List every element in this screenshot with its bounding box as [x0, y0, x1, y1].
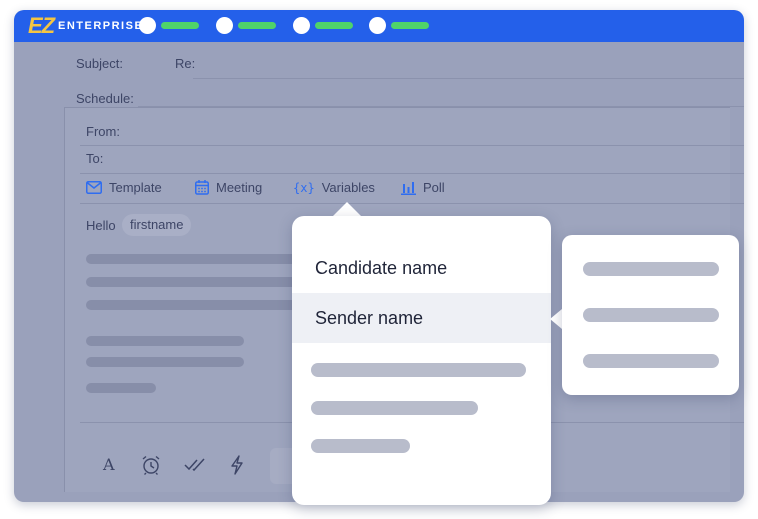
- subject-label: Subject:: [76, 56, 123, 71]
- subject-input-line[interactable]: [193, 78, 744, 79]
- to-label: To:: [86, 151, 104, 166]
- submenu-pointer: [550, 309, 562, 329]
- progress-bar-1: [161, 22, 199, 29]
- meeting-label: Meeting: [216, 180, 263, 195]
- calendar-icon: [195, 180, 209, 195]
- from-label: From:: [86, 124, 120, 139]
- variables-label: Variables: [321, 180, 375, 195]
- poll-label: Poll: [423, 180, 445, 195]
- template-label: Template: [109, 180, 162, 195]
- text-format-icon[interactable]: A: [103, 455, 115, 474]
- progress-bar-3: [315, 22, 353, 29]
- submenu-item-placeholder[interactable]: [583, 354, 719, 368]
- placeholder-line: [86, 277, 301, 287]
- variables-menu: Candidate name Sender name: [292, 216, 551, 505]
- menu-item-placeholder[interactable]: [311, 439, 410, 453]
- progress-step-2: [216, 17, 233, 34]
- menu-item-candidate-name[interactable]: Candidate name: [292, 243, 551, 293]
- submenu-item-placeholder[interactable]: [583, 262, 719, 276]
- menu-item-placeholder[interactable]: [311, 401, 478, 415]
- variables-button[interactable]: {x} Variables: [293, 180, 375, 195]
- template-button[interactable]: Template: [86, 180, 162, 195]
- schedule-label: Schedule:: [76, 91, 134, 106]
- progress-bar-2: [238, 22, 276, 29]
- placeholder-line: [86, 254, 301, 264]
- placeholder-line: [86, 336, 244, 346]
- from-input-line[interactable]: [80, 145, 744, 146]
- poll-button[interactable]: Poll: [401, 180, 445, 195]
- variables-submenu: [562, 235, 739, 395]
- greeting-text: Hello: [86, 218, 116, 233]
- footer-control-partial[interactable]: [270, 448, 294, 484]
- progress-step-4: [369, 17, 386, 34]
- placeholder-line: [86, 300, 301, 310]
- meeting-button[interactable]: Meeting: [195, 180, 262, 195]
- variable-chip-firstname[interactable]: firstname: [122, 214, 192, 236]
- re-label: Re:: [175, 56, 196, 71]
- double-check-icon[interactable]: [184, 457, 206, 473]
- placeholder-line: [86, 357, 244, 367]
- toolbar-divider: [80, 203, 744, 204]
- progress-step-1: [139, 17, 156, 34]
- progress-step-3: [293, 17, 310, 34]
- menu-item-placeholder[interactable]: [311, 363, 526, 377]
- braces-icon: {x}: [293, 180, 315, 195]
- top-bar: EZ ENTERPRISE: [14, 10, 744, 42]
- lightning-icon[interactable]: [230, 455, 244, 475]
- submenu-item-placeholder[interactable]: [583, 308, 719, 322]
- mail-icon: [86, 181, 102, 194]
- to-input-line[interactable]: [80, 173, 744, 174]
- menu-item-sender-name[interactable]: Sender name: [292, 293, 551, 343]
- brand-logo-name: ENTERPRISE: [58, 20, 144, 32]
- progress-bar-4: [391, 22, 429, 29]
- placeholder-line: [86, 383, 156, 393]
- alarm-clock-icon[interactable]: [141, 455, 161, 475]
- brand-logo-mark: EZ: [28, 13, 55, 38]
- bar-chart-icon: [401, 181, 416, 195]
